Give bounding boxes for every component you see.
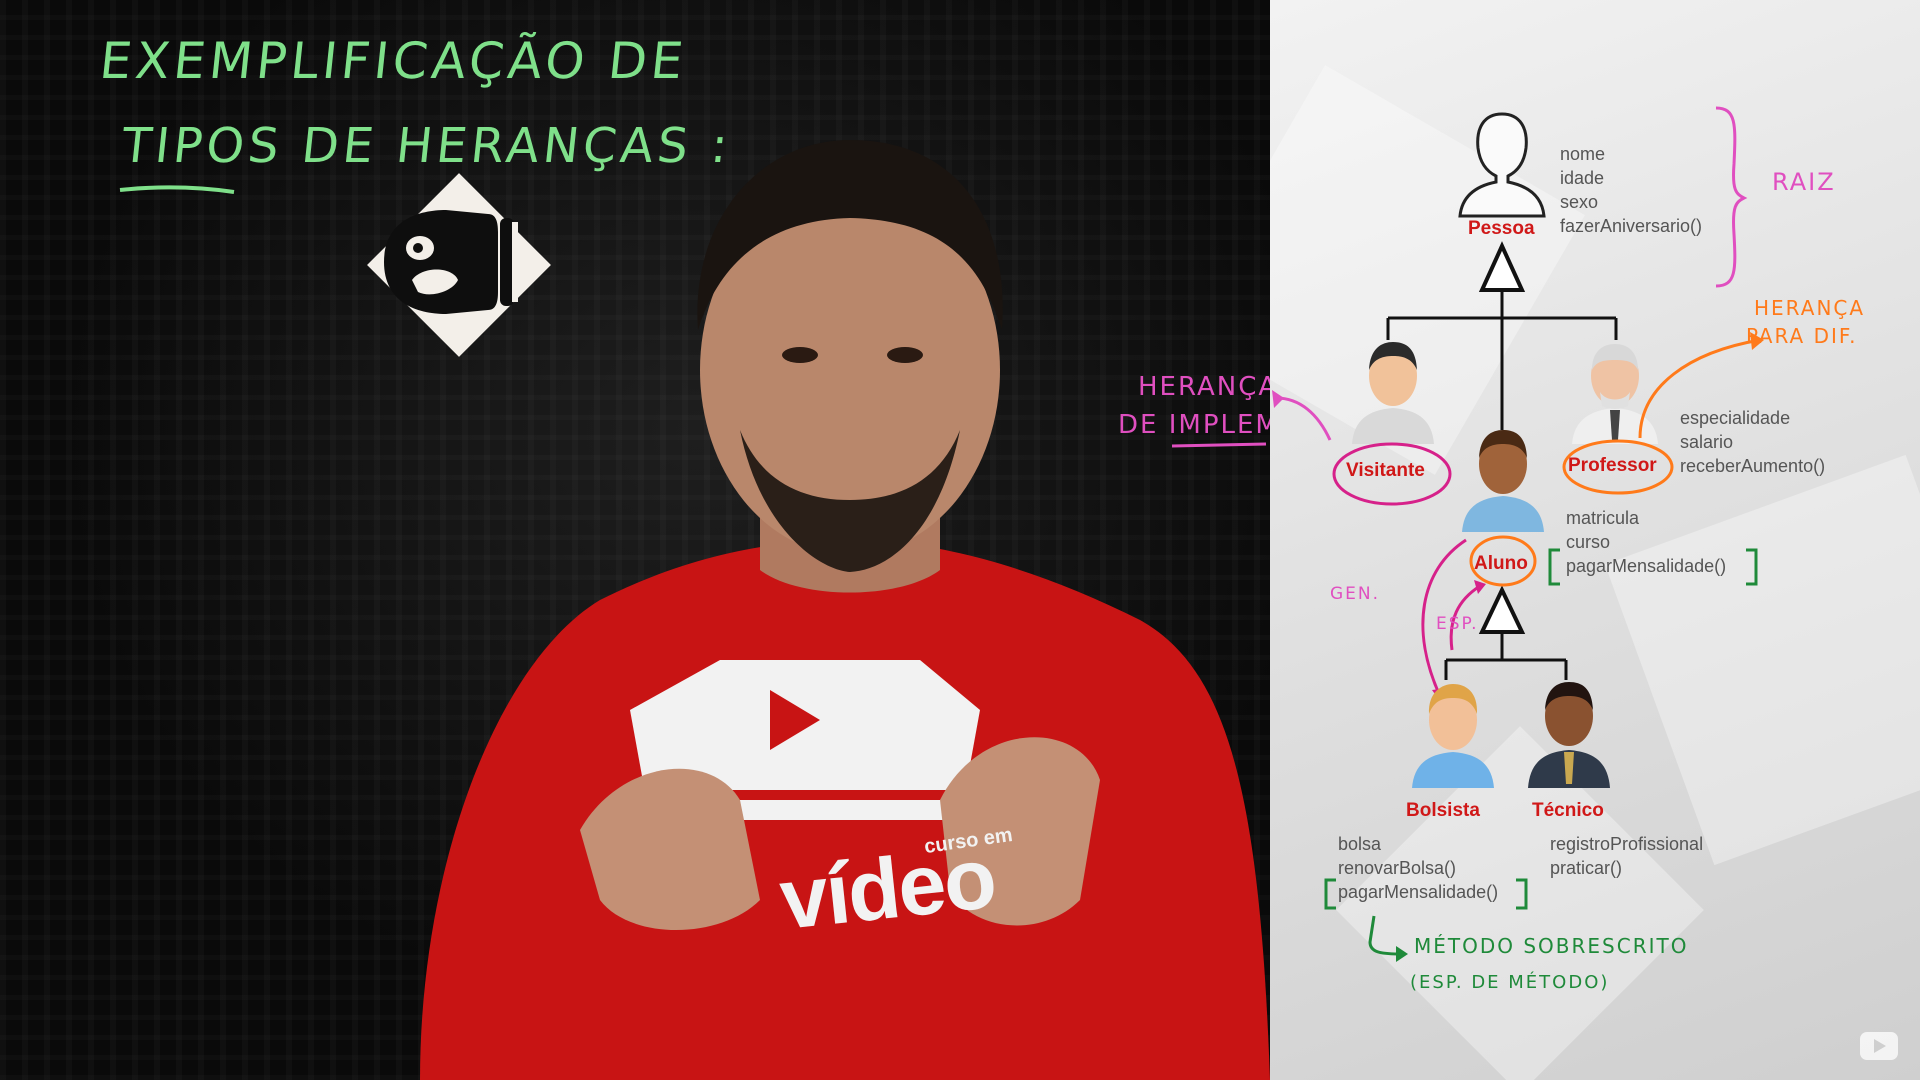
- attr-praticar: praticar(): [1550, 858, 1623, 878]
- tecnico-avatar-icon: [1526, 676, 1612, 795]
- annotation-magenta-arrow: [1272, 390, 1332, 441]
- bolsista-method-bracket: [1324, 878, 1528, 910]
- attr-fazer-aniversario: fazerAniversario(): [1560, 216, 1703, 236]
- attr-receber-aumento: receberAumento(): [1680, 456, 1826, 476]
- annotation-metodo-2: (ESP. DE MÉTODO): [1410, 972, 1610, 993]
- raiz-brace: [1715, 106, 1748, 288]
- class-name-bolsista: Bolsista: [1406, 800, 1480, 821]
- visitante-avatar-icon: [1350, 336, 1436, 451]
- aluno-avatar-icon: [1460, 424, 1546, 539]
- annotation-heranca-dif-1: HERANÇA: [1754, 296, 1866, 320]
- annotation-raiz: RAIZ: [1772, 168, 1836, 196]
- attr-matricula: matricula: [1566, 508, 1640, 528]
- visitante-circle: [1332, 442, 1452, 506]
- attr-nome: nome: [1560, 144, 1606, 164]
- annotation-heranca-implem-2: DE IMPLEM.: [1118, 410, 1270, 440]
- metodo-arrow: [1368, 915, 1408, 962]
- annotation-underline-implem: [1171, 442, 1267, 448]
- aluno-method-bracket: [1548, 548, 1758, 586]
- youtube-logo-icon[interactable]: [1860, 1032, 1898, 1060]
- annotation-orange-arrow: [1638, 332, 1764, 439]
- bolsista-avatar-icon: [1410, 680, 1496, 795]
- title-underline: [119, 185, 235, 194]
- person-outline-icon: [1456, 108, 1548, 223]
- attrs-tecnico: registroProfissional praticar(): [1550, 832, 1703, 880]
- attr-sexo: sexo: [1560, 192, 1599, 212]
- class-name-tecnico: Técnico: [1532, 800, 1604, 821]
- inheritance-diagram: Pessoa nome idade sexo fazerAniversario(…: [1270, 0, 1920, 1080]
- annotation-gen: GEN.: [1330, 584, 1381, 604]
- annotation-metodo-1: MÉTODO SOBRESCRITO: [1414, 934, 1689, 958]
- class-name-pessoa: Pessoa: [1468, 218, 1535, 239]
- video-frame: EXEMPLIFICAÇÃO DE TIPOS DE HERANÇAS : cu…: [0, 0, 1270, 1080]
- annotation-esp: ESP.: [1436, 614, 1479, 634]
- title-line-1: EXEMPLIFICAÇÃO DE: [96, 32, 690, 90]
- attr-bolsa: bolsa: [1338, 834, 1382, 854]
- attr-idade: idade: [1560, 168, 1605, 188]
- attrs-pessoa: nome idade sexo fazerAniversario(): [1560, 142, 1702, 238]
- attr-registro-profissional: registroProfissional: [1550, 834, 1704, 854]
- annotation-heranca-implem-1: HERANÇA: [1138, 372, 1270, 402]
